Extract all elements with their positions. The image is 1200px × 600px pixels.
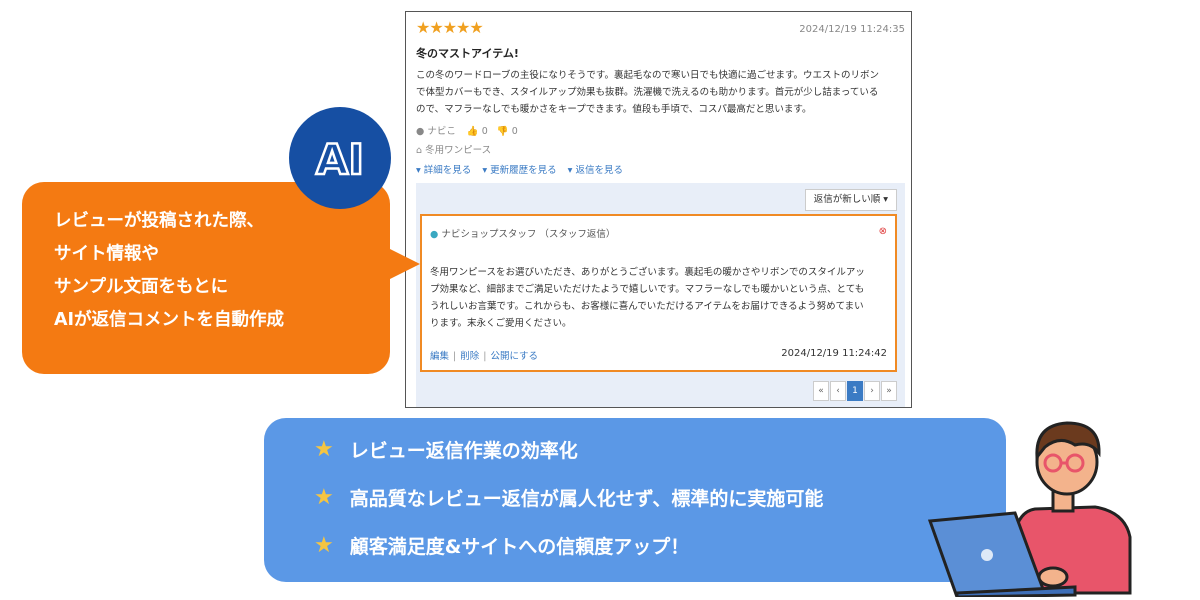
benefit-text: レビュー返信作業の効率化 bbox=[349, 440, 578, 462]
reply-area: 返信が新しい順 ▾ ● ナビショップスタッフ （スタッフ返信） ⊗ 冬用ワンピー… bbox=[416, 183, 905, 407]
thumbs-down-icon[interactable]: 👎 bbox=[497, 126, 509, 137]
callout-line: レビューが投稿された際、 bbox=[54, 211, 264, 231]
thumbs-up-icon[interactable]: 👍 bbox=[467, 126, 479, 137]
review-product: ⌂ 冬用ワンピース bbox=[416, 142, 491, 156]
star-icon: ★ bbox=[314, 485, 334, 510]
person-hand bbox=[1037, 566, 1069, 588]
benefit-item: ★ 高品質なレビュー返信が属人化せず、標準的に実施可能 bbox=[314, 484, 823, 511]
review-links: ▾ 詳細を見る ▾ 更新履歴を見る ▾ 返信を見る bbox=[416, 162, 631, 176]
person-with-laptop-illustration bbox=[927, 421, 1132, 597]
review-title: 冬のマストアイテム! bbox=[416, 47, 519, 60]
reply-date: 2024/12/19 11:24:42 bbox=[781, 348, 887, 359]
benefit-text: 高品質なレビュー返信が属人化せず、標準的に実施可能 bbox=[349, 488, 824, 510]
reply-text-line: 冬用ワンピースをお選びいただき、ありがとうございます。裏起毛の暖かさやリボンでの… bbox=[430, 267, 865, 278]
divider: | bbox=[453, 351, 457, 362]
review-card: ★★★★★ 2024/12/19 11:24:35 冬のマストアイテム! この冬… bbox=[405, 11, 912, 408]
prev-page-button[interactable]: ‹ bbox=[830, 381, 846, 401]
edit-link[interactable]: 編集 bbox=[430, 351, 449, 362]
delete-link[interactable]: 削除 bbox=[460, 351, 479, 362]
callout-line: サンプル文面をもとに bbox=[54, 277, 229, 297]
benefit-text: 顧客満足度&サイトへの信頼度アップ！ bbox=[349, 536, 690, 558]
dislike-count: 0 bbox=[511, 126, 518, 137]
callout-text: レビューが投稿された際、 サイト情報や サンプル文面をもとに AIが返信コメント… bbox=[54, 205, 284, 337]
show-replies-link[interactable]: ▾ 返信を見る bbox=[568, 165, 623, 176]
reply-actions: 編集 | 削除 | 公開にする bbox=[430, 348, 538, 362]
user-icon: ● bbox=[430, 229, 439, 240]
review-body-line: で体型カバーもでき、スタイルアップ効果も抜群。洗濯機で洗えるのも助かります。首元… bbox=[416, 87, 879, 98]
reply-box: ● ナビショップスタッフ （スタッフ返信） ⊗ 冬用ワンピースをお選びいただき、… bbox=[420, 214, 897, 372]
reply-text: 冬用ワンピースをお選びいただき、ありがとうございます。裏起毛の暖かさやリボンでの… bbox=[430, 264, 890, 332]
laptop-logo bbox=[981, 549, 993, 561]
ai-badge: AI bbox=[289, 107, 391, 209]
ai-badge-logo: AI bbox=[315, 134, 366, 186]
show-history-link[interactable]: ▾ 更新履歴を見る bbox=[482, 165, 556, 176]
close-icon[interactable]: ⊗ bbox=[879, 226, 887, 237]
last-page-button[interactable]: » bbox=[881, 381, 897, 401]
publish-link[interactable]: 公開にする bbox=[490, 351, 538, 362]
review-user: ナビこ bbox=[427, 126, 456, 137]
benefit-item: ★ 顧客満足度&サイトへの信頼度アップ！ bbox=[314, 532, 689, 559]
review-meta: ● ナビこ 👍 0 👎 0 bbox=[416, 123, 518, 137]
staff-label: ナビショップスタッフ （スタッフ返信） bbox=[441, 229, 616, 240]
review-date: 2024/12/19 11:24:35 bbox=[799, 24, 905, 35]
reply-text-line: うれしいお言葉です。これからも、お客様に喜んでいただけるアイテムをお届けできるよ… bbox=[430, 301, 864, 312]
page-1-button[interactable]: 1 bbox=[847, 381, 863, 401]
next-page-button[interactable]: › bbox=[864, 381, 880, 401]
staff-header: ● ナビショップスタッフ （スタッフ返信） bbox=[430, 226, 615, 240]
divider: | bbox=[483, 351, 487, 362]
rating-stars: ★★★★★ bbox=[416, 18, 484, 37]
like-count: 0 bbox=[481, 126, 488, 137]
first-page-button[interactable]: « bbox=[813, 381, 829, 401]
ai-badge-text: AI bbox=[316, 135, 364, 184]
basket-icon: ⌂ bbox=[416, 145, 423, 156]
callout-line: サイト情報や bbox=[54, 244, 159, 264]
review-body: この冬のワードローブの主役になりそうです。裏起毛なので寒い日でも快適に過ごせます… bbox=[416, 67, 906, 118]
reply-text-line: ります。末永くご愛用ください。 bbox=[430, 318, 572, 329]
star-icon: ★ bbox=[314, 533, 334, 558]
show-details-link[interactable]: ▾ 詳細を見る bbox=[416, 165, 471, 176]
user-icon: ● bbox=[416, 126, 425, 137]
sort-dropdown[interactable]: 返信が新しい順 ▾ bbox=[804, 189, 897, 211]
callout-line: AIが返信コメントを自動作成 bbox=[54, 310, 285, 330]
callout-tail bbox=[384, 246, 420, 282]
benefits-panel: ★ レビュー返信作業の効率化 ★ 高品質なレビュー返信が属人化せず、標準的に実施… bbox=[264, 418, 1006, 582]
benefit-item: ★ レビュー返信作業の効率化 bbox=[314, 436, 578, 463]
pagination: « ‹ 1 › » bbox=[813, 381, 897, 401]
star-icon: ★ bbox=[314, 437, 334, 462]
reply-text-line: プ効果など、細部までご満足いただけたようで嬉しいです。マフラーなしでも暖かいとい… bbox=[430, 284, 865, 295]
review-body-line: この冬のワードローブの主役になりそうです。裏起毛なので寒い日でも快適に過ごせます… bbox=[416, 70, 880, 81]
review-body-line: ので、マフラーなしでも暖かさをキープできます。値段も手頃で、コスパ最高だと思いま… bbox=[416, 104, 812, 115]
product-name: 冬用ワンピース bbox=[425, 145, 492, 156]
